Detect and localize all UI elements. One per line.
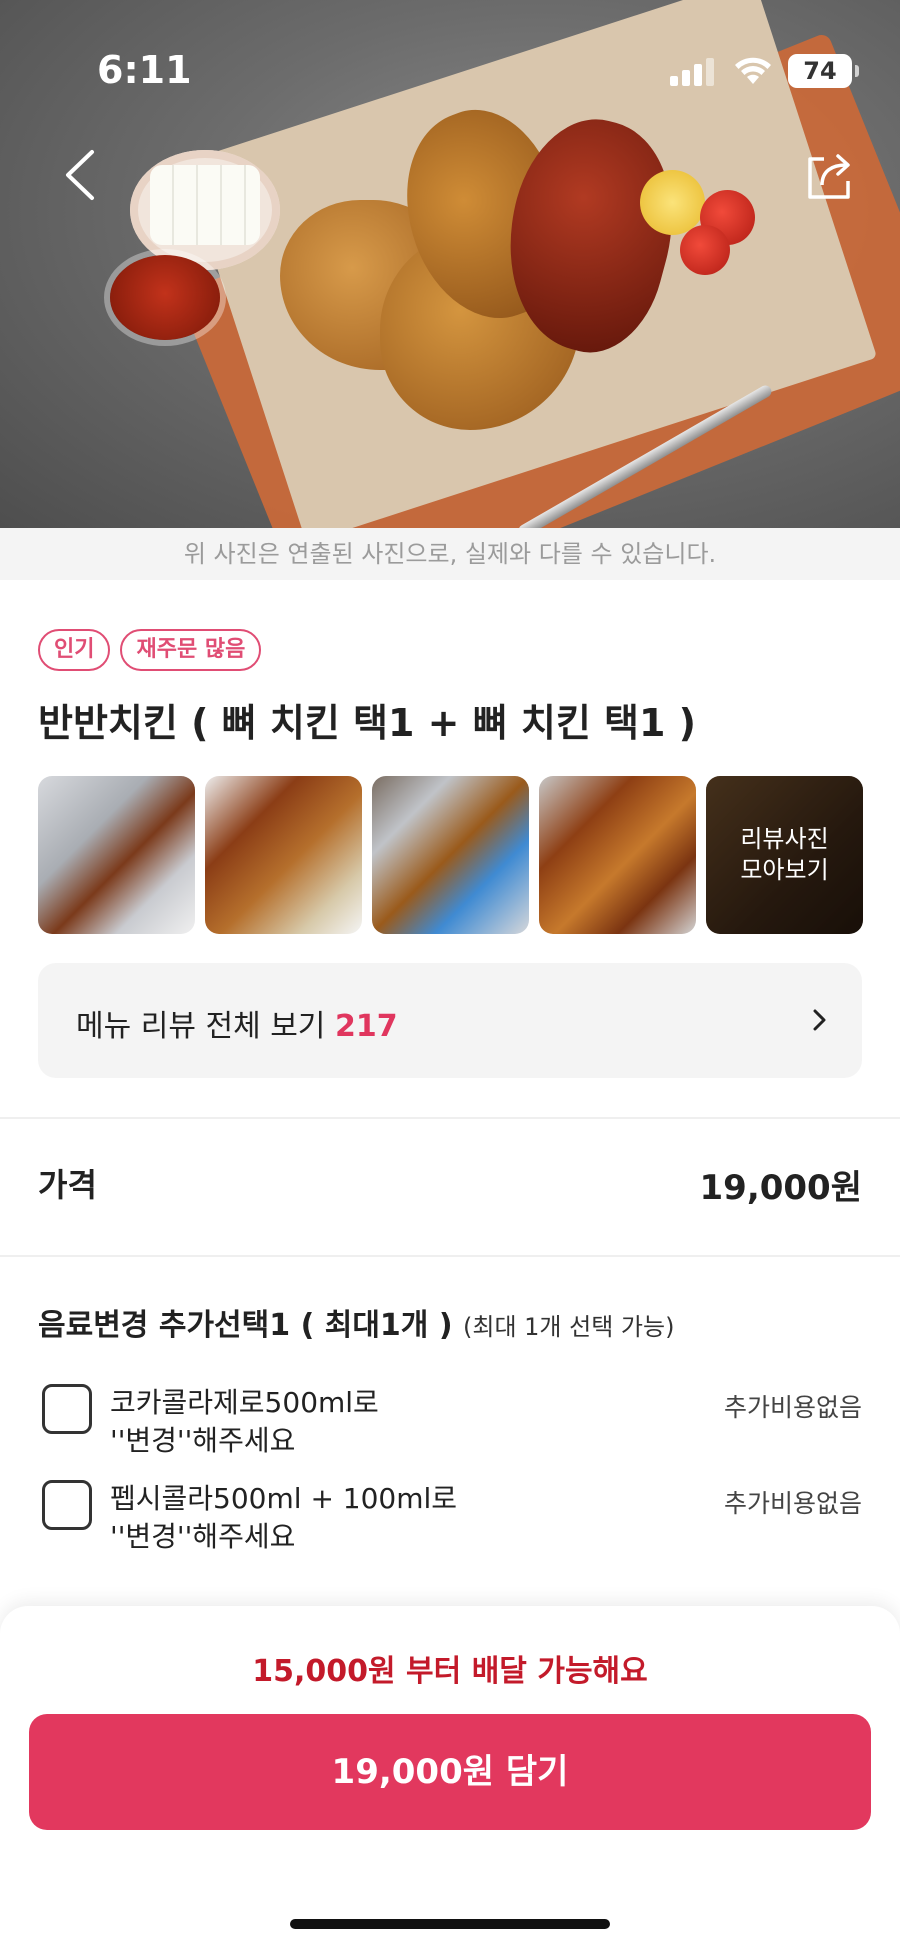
review-photos-more-label: 리뷰사진 모아보기 (740, 825, 829, 884)
menu-review-link[interactable]: 메뉴 리뷰 전체 보기 217 (38, 963, 862, 1078)
badge-reorder: 재주문 많음 (120, 629, 262, 671)
option-checkbox[interactable] (42, 1480, 92, 1530)
divider (0, 1117, 900, 1119)
status-bar: 6:11 74 (0, 0, 900, 140)
option-cost: 추가비용없음 (723, 1489, 862, 1518)
option-label: 펩시콜라500ml + 100ml로 ''변경''해주세요 (110, 1482, 458, 1553)
review-photo[interactable] (539, 776, 696, 934)
order-bottom-sheet: 15,000원 부터 배달 가능해요 19,000원 담기 (0, 1606, 900, 1949)
option-cost: 추가비용없음 (723, 1393, 862, 1422)
share-icon[interactable] (800, 145, 860, 205)
min-delivery-notice: 15,000원 부터 배달 가능해요 (252, 1654, 648, 1689)
cellular-signal-icon (670, 58, 716, 86)
menu-title: 반반치킨 ( 뼈 치킨 택1 + 뼈 치킨 택1 ) (38, 701, 697, 745)
back-arrow-icon[interactable] (50, 140, 110, 210)
review-count: 217 (334, 1009, 398, 1044)
photo-disclaimer: 위 사진은 연출된 사진으로, 실제와 다를 수 있습니다. (0, 528, 900, 580)
price-label: 가격 (38, 1166, 97, 1204)
option-label: 코카콜라제로500ml로 ''변경''해주세요 (110, 1386, 379, 1457)
option-checkbox[interactable] (42, 1384, 92, 1434)
battery-icon: 74 (788, 54, 859, 88)
review-photos-more-button[interactable]: 리뷰사진 모아보기 (706, 776, 863, 934)
status-time: 6:11 (97, 48, 192, 92)
add-to-cart-button[interactable]: 19,000원 담기 (29, 1714, 871, 1830)
wifi-icon (735, 57, 771, 84)
review-photo[interactable] (205, 776, 362, 934)
option-group-subtitle: (최대 1개 선택 가능) (463, 1313, 675, 1341)
chevron-right-icon (813, 1009, 826, 1031)
review-photo-strip: 리뷰사진 모아보기 (38, 776, 863, 934)
home-indicator (290, 1919, 610, 1929)
price-value: 19,000원 (699, 1168, 862, 1208)
review-link-label: 메뉴 리뷰 전체 보기 (76, 1009, 326, 1044)
review-photo[interactable] (38, 776, 195, 934)
badge-popular: 인기 (38, 629, 111, 671)
price-row: 가격 19,000원 (38, 1160, 862, 1210)
divider (0, 1255, 900, 1257)
menu-badges: 인기 재주문 많음 (38, 629, 262, 671)
review-photo[interactable] (372, 776, 529, 934)
option-group-title: 음료변경 추가선택1 ( 최대1개 ) (최대 1개 선택 가능) (38, 1308, 675, 1343)
